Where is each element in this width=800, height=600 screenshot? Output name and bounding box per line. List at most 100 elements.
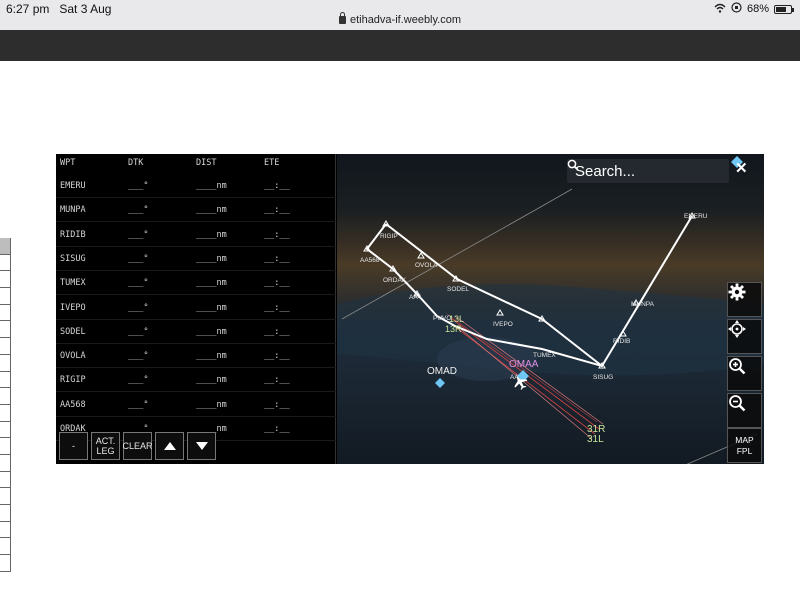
- desired-track: ___°: [128, 399, 149, 410]
- lock-icon: [338, 12, 346, 24]
- fpl-row[interactable]: OVOLA ___° ____nm __:__: [56, 344, 336, 369]
- fpl-buttons: - ACT. LEG CLEAR: [59, 432, 216, 460]
- waypoint-name: RIGIP: [60, 375, 86, 386]
- label-tumex: TUMEX: [533, 352, 556, 359]
- table-row-edge: [0, 338, 11, 355]
- time-enroute: __:__: [264, 253, 290, 264]
- table-row-edge: [0, 388, 11, 405]
- battery-icon: [774, 4, 794, 14]
- map-search-box[interactable]: Search...: [567, 159, 729, 183]
- time-enroute: __:__: [264, 326, 290, 337]
- desired-track: ___°: [128, 351, 149, 362]
- table-row-edge: [0, 404, 11, 422]
- act-leg-line-1: ACT.: [95, 436, 116, 446]
- table-row-edge: [0, 438, 11, 455]
- table-row-edge: [0, 538, 11, 556]
- distance: ____nm: [196, 375, 227, 386]
- waypoint-name: RIDIB: [60, 229, 86, 240]
- table-row-edge: [0, 488, 11, 505]
- table-row-edge: [0, 254, 11, 272]
- distance: ____nm: [196, 205, 227, 216]
- zoom-in-button[interactable]: [727, 356, 762, 391]
- url-text: etihadva-if.weebly.com: [349, 14, 462, 26]
- fpl-row[interactable]: MUNPA ___° ____nm __:__: [56, 198, 336, 223]
- scroll-down-button[interactable]: [187, 432, 216, 460]
- zoom-out-icon: [729, 395, 746, 412]
- distance: ____nm: [196, 253, 227, 264]
- waypoint-name: MUNPA: [60, 205, 86, 216]
- clear-button[interactable]: CLEAR: [123, 432, 153, 460]
- label-ordak: ORDAK: [383, 277, 407, 284]
- table-row-edge: [0, 304, 11, 322]
- wifi-icon: [714, 3, 726, 16]
- battery-percent: 68%: [746, 3, 769, 15]
- time-enroute: __:__: [264, 351, 290, 362]
- label-sisug: SISUG: [593, 374, 613, 381]
- label-emeru: EMERU: [684, 213, 708, 220]
- scroll-up-button[interactable]: [155, 432, 184, 460]
- table-row-edge: [0, 505, 11, 522]
- desired-track: ___°: [128, 229, 149, 240]
- table-row-edge: [0, 521, 11, 539]
- desired-track: ___°: [128, 375, 149, 386]
- fpl-row[interactable]: AA568 ___° ____nm __:__: [56, 393, 336, 417]
- fpl-header: WPT DTK DIST ETE: [56, 158, 336, 172]
- fpl-row[interactable]: IVEPO ___° ____nm __:__: [56, 296, 336, 320]
- triangle-down-icon: [195, 442, 208, 450]
- table-row-edge: [0, 421, 11, 439]
- close-button[interactable]: ✕: [735, 159, 755, 179]
- fpl-row[interactable]: TUMEX ___° ____nm __:__: [56, 271, 336, 296]
- time-enroute: __:__: [264, 181, 290, 191]
- minus-button[interactable]: -: [59, 432, 88, 460]
- fpl-row[interactable]: SODEL ___° ____nm __:__: [56, 320, 336, 344]
- header-dtk: DTK: [128, 158, 144, 168]
- fpl-row[interactable]: SISUG ___° ____nm __:__: [56, 247, 336, 271]
- fpl-row[interactable]: RIDIB ___° ____nm __:__: [56, 223, 336, 247]
- center-aircraft-button[interactable]: [727, 319, 762, 354]
- label-aa4: AA4: [409, 294, 422, 301]
- status-indicators: 68%: [714, 2, 794, 16]
- time-enroute: __:__: [264, 302, 290, 313]
- address-bar[interactable]: etihadva-if.weebly.com: [0, 12, 800, 26]
- ios-status-bar: 6:27 pm Sat 3 Aug etihadva-if.weebly.com…: [0, 0, 800, 30]
- distance: ____nm: [196, 229, 227, 240]
- table-row-edge: [0, 471, 11, 489]
- desired-track: ___°: [128, 302, 149, 313]
- map-canvas: EMERU MUNPA RIDIB SISUG TUMEX IVEPO SODE…: [337, 156, 764, 464]
- waypoint-name: OVOLA: [60, 351, 86, 362]
- table-row-edge: [0, 454, 11, 472]
- label-ivepo: IVEPO: [493, 321, 513, 328]
- desired-track: ___°: [128, 253, 149, 264]
- time-enroute: __:__: [264, 375, 290, 386]
- desired-track: ___°: [128, 326, 149, 337]
- fpl-row[interactable]: EMERU ___° ____nm __:__: [56, 174, 336, 198]
- orientation-lock-icon: [731, 2, 742, 16]
- desired-track: ___°: [128, 205, 149, 216]
- map-fpl-toggle-button[interactable]: MAP FPL: [727, 428, 762, 463]
- table-row-edge: [0, 354, 11, 372]
- label-31l: 31L: [587, 434, 604, 445]
- distance: ____nm: [196, 351, 227, 362]
- fms-panel: WPT DTK DIST ETE EMERU ___° ____nm __:__ MUN…: [56, 154, 764, 464]
- waypoint-name: EMERU: [60, 181, 86, 191]
- label-ridib: RIDIB: [613, 338, 630, 345]
- label-sodel: SODEL: [447, 286, 469, 293]
- table-row-edge: [0, 321, 11, 339]
- time-enroute: __:__: [264, 278, 290, 289]
- navigation-map[interactable]: EMERU MUNPA RIDIB SISUG TUMEX IVEPO SODE…: [337, 154, 764, 464]
- zoom-out-button[interactable]: [727, 393, 762, 428]
- fpl-row[interactable]: RIGIP ___° ____nm __:__: [56, 368, 336, 393]
- label-munpa: MUNPA: [631, 301, 655, 308]
- zoom-in-icon: [729, 358, 746, 375]
- time-enroute: __:__: [264, 205, 290, 216]
- aircraft-silhouette: [337, 284, 764, 376]
- label-ovola: OVOLA: [415, 262, 438, 269]
- act-leg-line-2: LEG: [96, 446, 115, 456]
- airport-omad-icon: [435, 378, 445, 388]
- distance: ____nm: [196, 326, 227, 337]
- flight-plan-list: WPT DTK DIST ETE EMERU ___° ____nm __:__ MUN…: [56, 154, 336, 464]
- site-navigation-bar: [0, 30, 800, 61]
- search-icon: [567, 159, 579, 171]
- active-leg-button[interactable]: ACT. LEG: [91, 432, 120, 460]
- settings-button[interactable]: [727, 282, 762, 317]
